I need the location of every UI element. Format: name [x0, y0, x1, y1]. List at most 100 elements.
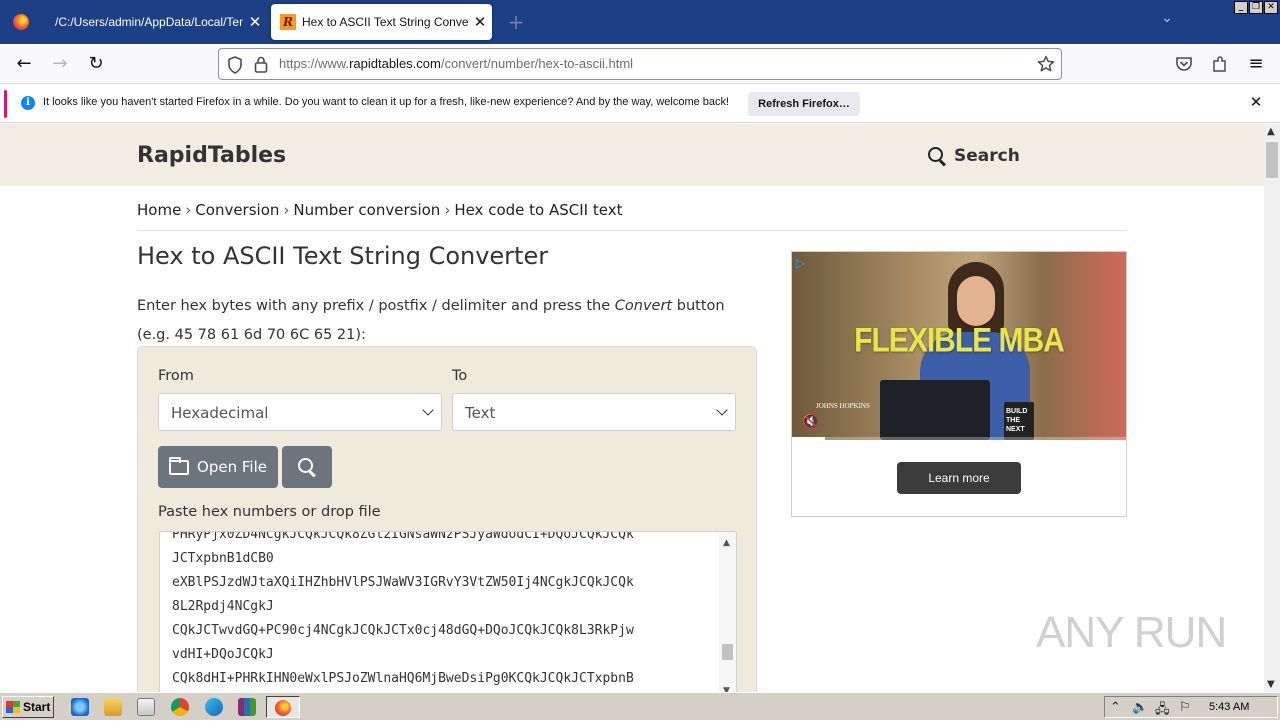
window-close-button[interactable]: ✕	[1264, 1, 1278, 14]
url-path: /convert/number/hex-to-ascii.html	[440, 56, 634, 71]
scroll-thumb[interactable]	[1266, 142, 1278, 178]
textarea-line: 8L2Rpdj4NCgkJ	[172, 599, 274, 614]
forward-arrow-icon[interactable]: →	[48, 52, 72, 76]
site-logo[interactable]: RapidTables	[137, 143, 286, 168]
ad-headline: FLEXIBLE MBA	[854, 321, 1065, 360]
ad-progress-bar	[792, 437, 1126, 440]
extensions-icon[interactable]	[1211, 55, 1229, 73]
textarea-line: CQk8dHI+PHRkIHN0eWxlPSJoZWlnaHQ6MjBweDsi…	[172, 671, 634, 686]
firefox-view-button[interactable]	[0, 0, 42, 44]
ad-brand-logo: JOHNS HOPKINS	[816, 402, 870, 410]
breadcrumb-current[interactable]: Hex code to ASCII text	[454, 201, 622, 219]
close-icon[interactable]: ✕	[1246, 93, 1266, 113]
url-prefix: https://www.	[279, 56, 350, 71]
internet-explorer-icon[interactable]	[71, 698, 89, 716]
textarea-line: vdHI+DQoJCQkJ	[172, 647, 274, 662]
from-label: From	[158, 368, 194, 384]
app-menu-icon[interactable]: ≡	[1244, 52, 1268, 76]
hex-input-content: PHRyPjx0ZD4NCgkJCQkJCQk8ZGl2IGNsaWNzPSJy…	[172, 531, 712, 691]
breadcrumb: Home › Conversion › Number conversion › Hex co…	[137, 201, 622, 219]
network-icon[interactable]: 🖧	[1155, 700, 1170, 722]
url-host: rapidtables.com	[349, 56, 441, 71]
taskbar-firefox-button[interactable]	[266, 696, 300, 718]
breadcrumb-home[interactable]: Home	[137, 201, 181, 219]
minimize-button[interactable]: _	[1234, 1, 1248, 14]
description-emphasis: Convert	[614, 298, 673, 314]
scroll-up-icon[interactable]: ▲	[723, 538, 730, 548]
refresh-firefox-notification: i It looks like you haven't started Fire…	[0, 85, 1280, 123]
page-title: Hex to ASCII Text String Converter	[137, 242, 549, 270]
media-player-icon[interactable]	[137, 698, 155, 716]
rapidtables-favicon-icon: R	[280, 14, 296, 30]
ad-video[interactable]: BUILD THE NEXT FLEXIBLE MBA JOHNS HOPKIN…	[792, 252, 1126, 440]
firefox-icon	[275, 700, 291, 716]
info-icon: i	[21, 96, 35, 110]
volume-icon[interactable]: 🔈	[1132, 700, 1148, 715]
site-search-button[interactable]: Search	[928, 146, 1020, 166]
lock-icon[interactable]	[254, 56, 268, 73]
adchoices-icon[interactable]: ▷	[796, 256, 810, 270]
textarea-line: JCTxpbnB1dCB0	[172, 551, 274, 566]
notification-accent	[4, 90, 7, 118]
system-tray: ⌃ 🔈 🖧 ⚐ 5:43 AM	[1104, 696, 1278, 718]
hex-input-textarea[interactable]: PHRyPjx0ZD4NCgkJCQkJCQk8ZGl2IGNsaWNzPSJy…	[159, 531, 737, 692]
chevron-up-icon[interactable]: ⌃	[1110, 700, 1121, 715]
chrome-icon[interactable]	[171, 698, 189, 716]
anyrun-watermark: ANY RUN	[1036, 608, 1227, 657]
ad-cup-image: BUILD THE NEXT	[1004, 402, 1034, 440]
close-icon[interactable]: ✕	[468, 13, 492, 31]
back-arrow-icon[interactable]: ←	[12, 52, 36, 76]
edge-icon[interactable]	[205, 698, 223, 716]
tab-rapidtables[interactable]: R Hex to ASCII Text String Converte ✕	[271, 4, 492, 40]
refresh-firefox-button[interactable]: Refresh Firefox…	[748, 92, 860, 116]
scroll-thumb[interactable]	[722, 644, 733, 660]
scroll-down-icon[interactable]: ▼	[1267, 679, 1275, 690]
restore-button[interactable]: ❐	[1249, 1, 1263, 14]
flag-icon[interactable]: ⚐	[1179, 700, 1191, 715]
input-label: Paste hex numbers or drop file	[158, 504, 381, 520]
firefox-icon	[13, 14, 29, 30]
breadcrumb-separator: ›	[185, 201, 192, 219]
shield-icon[interactable]	[227, 56, 243, 74]
breadcrumb-number-conversion[interactable]: Number conversion	[293, 201, 440, 219]
open-file-label: Open File	[197, 458, 267, 476]
start-button[interactable]: Start	[2, 696, 54, 718]
divider	[137, 230, 1127, 231]
tab-title: /C:/Users/admin/AppData/Local/Temp/f	[55, 15, 243, 29]
navigation-toolbar: ← → ↻ https://www.rapidtables.com/conver…	[0, 44, 1280, 84]
page-scrollbar[interactable]: ▲ ▼	[1264, 124, 1280, 692]
site-header: RapidTables Search	[0, 124, 1264, 186]
to-select[interactable]: Text	[452, 393, 736, 431]
textarea-line: PHRyPjx0ZD4NCgkJCQkJCQk8ZGl2IGNsaWNzPSJy…	[172, 531, 634, 542]
scroll-up-icon[interactable]: ▲	[1267, 126, 1275, 137]
textarea-scrollbar[interactable]: ▲ ▼	[719, 532, 736, 692]
url-text: https://www.rapidtables.com/convert/numb…	[279, 56, 633, 71]
search-icon	[928, 147, 946, 165]
tab-local-file[interactable]: /C:/Users/admin/AppData/Local/Temp/f ✕	[43, 0, 267, 44]
learn-more-button[interactable]: Learn more	[897, 462, 1021, 494]
breadcrumb-conversion[interactable]: Conversion	[195, 201, 279, 219]
list-all-tabs-button[interactable]: ⌄	[1156, 10, 1178, 34]
new-tab-button[interactable]: +	[504, 8, 528, 36]
to-select-value: Text	[465, 404, 496, 422]
mute-icon[interactable]: 🔇	[802, 414, 819, 430]
ad-laptop-image	[880, 380, 990, 440]
open-file-button[interactable]: Open File	[158, 446, 278, 488]
chevron-down-icon	[716, 404, 728, 416]
winrar-icon[interactable]	[238, 698, 256, 716]
pocket-icon[interactable]	[1175, 55, 1193, 73]
close-icon[interactable]: ✕	[243, 13, 267, 31]
from-select-value: Hexadecimal	[171, 404, 269, 422]
reload-icon[interactable]: ↻	[84, 52, 108, 76]
search-label: Search	[954, 146, 1020, 166]
converter-panel: From To Hexadecimal Text Open File Paste…	[137, 346, 757, 692]
from-select[interactable]: Hexadecimal	[158, 393, 442, 431]
clock[interactable]: 5:43 AM	[1209, 701, 1249, 713]
tab-title: Hex to ASCII Text String Converte	[302, 15, 468, 29]
address-bar[interactable]: https://www.rapidtables.com/convert/numb…	[218, 48, 1062, 80]
search-file-button[interactable]	[282, 446, 332, 488]
bookmark-star-icon[interactable]	[1037, 55, 1055, 73]
folder-icon[interactable]	[104, 698, 122, 716]
advertisement[interactable]: BUILD THE NEXT FLEXIBLE MBA JOHNS HOPKIN…	[791, 251, 1127, 517]
start-label: Start	[23, 700, 51, 714]
